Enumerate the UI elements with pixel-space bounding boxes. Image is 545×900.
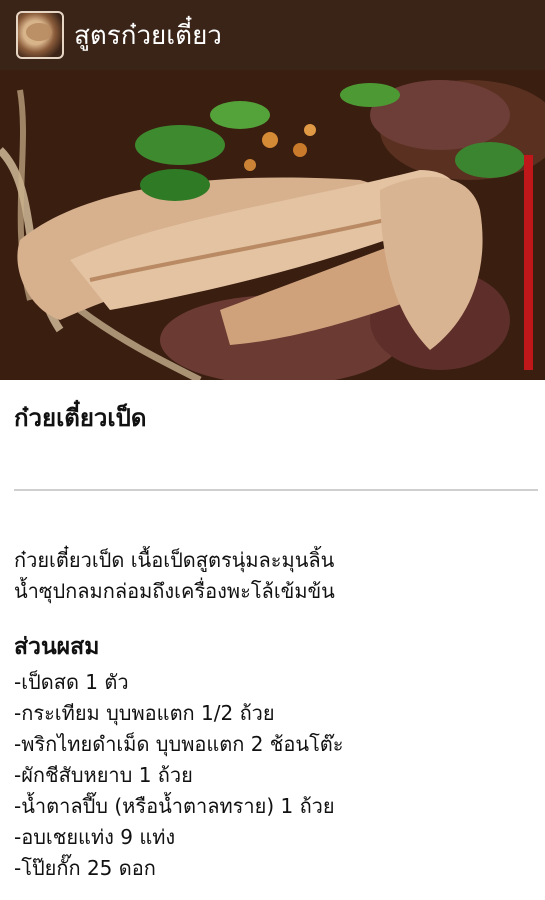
description-line: น้ำซุปกลมกล่อมถึงเครื่องพะโล้เข้มข้น	[14, 579, 335, 603]
ingredient-item: -น้ำตาลปี๊บ (หรือน้ำตาลทราย) 1 ถ้วย	[14, 794, 335, 818]
ingredients-list: -เป็ดสด 1 ตัว -กระเทียม บุบพอแตก 1/2 ถ้ว…	[14, 667, 344, 884]
ingredient-item: -พริกไทยดำเม็ด บุบพอแตก 2 ช้อนโต๊ะ	[14, 732, 344, 756]
ingredient-item: -ผักชีสับหยาบ 1 ถ้วย	[14, 763, 193, 787]
app-title: สูตรก๋วยเตี๋ยว	[74, 20, 222, 51]
duck-noodle-illustration	[0, 70, 545, 380]
ingredient-item: -โป๊ยกั๊ก 25 ดอก	[14, 856, 156, 880]
description-line: ก๋วยเตี๋ยวเป็ด เนื้อเป็ดสูตรนุ่มละมุนลิ้…	[14, 548, 335, 572]
recipe-description: ก๋วยเตี๋ยวเป็ด เนื้อเป็ดสูตรนุ่มละมุนลิ้…	[14, 545, 534, 607]
recipe-photo	[0, 70, 545, 380]
ingredient-item: -กระเทียม บุบพอแตก 1/2 ถ้วย	[14, 701, 275, 725]
scroll-indicator[interactable]	[524, 155, 533, 370]
recipe-title: ก๋วยเตี๋ยวเป็ด	[14, 404, 147, 432]
ingredient-item: -อบเชยแท่ง 9 แท่ง	[14, 825, 176, 849]
divider	[14, 489, 538, 491]
app-logo-icon[interactable]	[16, 11, 64, 59]
ingredient-item: -เป็ดสด 1 ตัว	[14, 670, 129, 694]
ingredients-header: ส่วนผสม	[14, 634, 100, 660]
app-bar: สูตรก๋วยเตี๋ยว	[0, 0, 545, 70]
